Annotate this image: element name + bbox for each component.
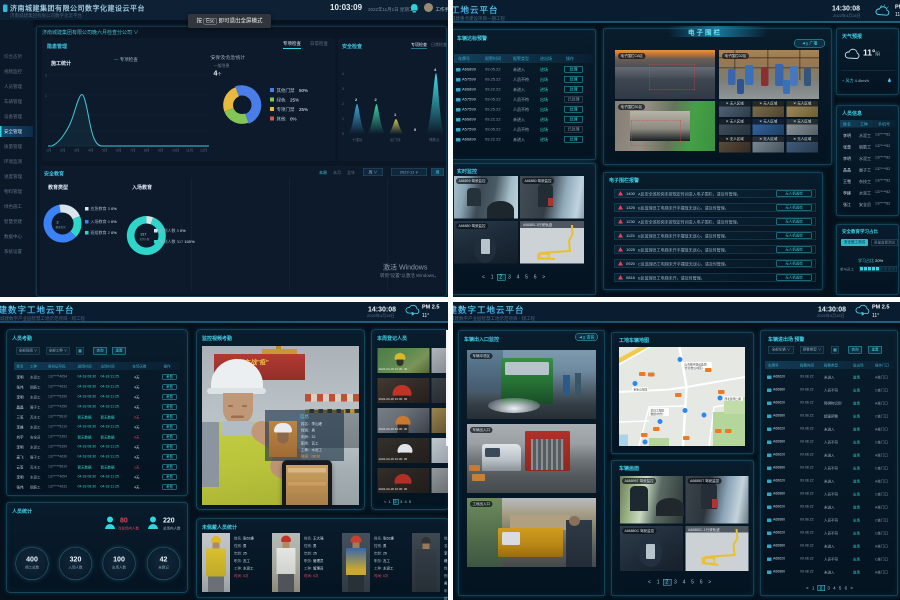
svg-text:十强队: 十强队 [352,137,363,142]
svg-text:1: 1 [45,94,47,98]
svg-text:1: 1 [342,117,344,121]
svg-text:A66880-1行驶轨迹: A66880-1行驶轨迹 [523,222,553,227]
svg-text:智慧(数山城区)...: 智慧(数山城区)... [685,366,706,370]
svg-text:2: 2 [375,97,378,102]
svg-text:博慶点: 博慶点 [429,137,440,142]
svg-text:山市数字建设集团: 山市数字建设集团 [685,363,707,367]
svg-text:教育类型: 教育类型 [56,225,67,229]
svg-text:4: 4 [434,67,437,72]
svg-text:2: 2 [45,74,47,78]
svg-text:1: 1 [394,112,397,117]
svg-text:出门伟: 出门伟 [390,137,401,142]
svg-text:3: 3 [342,87,344,91]
svg-text:A66880C-1行驶轨迹: A66880C-1行驶轨迹 [688,527,720,532]
svg-text:实到人数: 实到人数 [140,237,151,241]
svg-text:0: 0 [414,127,417,132]
svg-text:数据(内升): 数据(内升) [651,412,664,416]
svg-text:4: 4 [342,72,344,76]
svg-text:0: 0 [342,132,344,136]
svg-text:2: 2 [355,97,358,102]
svg-text:重新山车园: 重新山车园 [634,388,648,392]
svg-text:317: 317 [141,233,147,237]
svg-text:2: 2 [342,102,344,106]
svg-text:3: 3 [57,221,59,225]
svg-text:某日工程区: 某日工程区 [651,409,665,413]
svg-text:西北建国二期: 西北建国二期 [725,397,742,401]
